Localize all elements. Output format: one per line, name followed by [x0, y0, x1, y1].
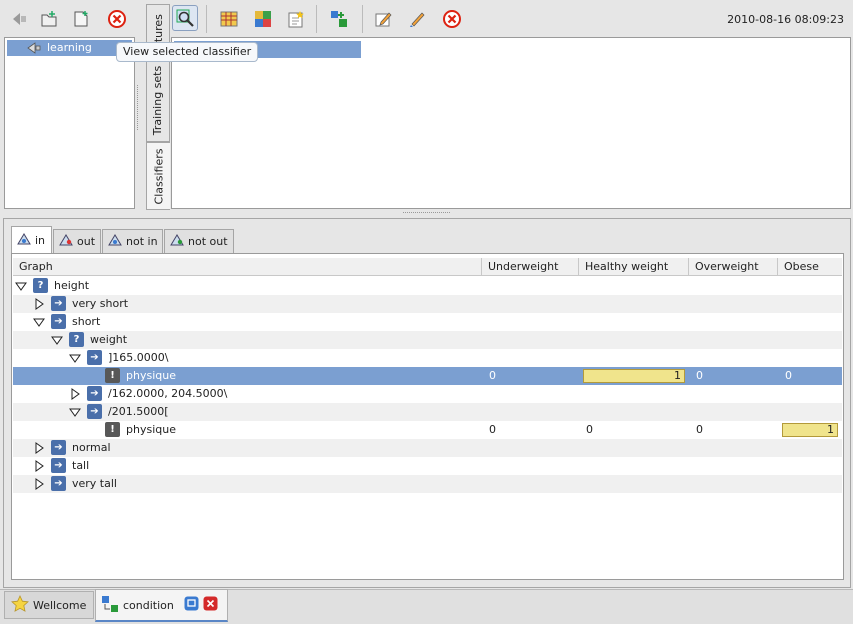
value-cell: 0 — [696, 423, 703, 436]
arrow-node-icon: ➔ — [51, 440, 66, 455]
expand-toggle-icon[interactable] — [33, 442, 45, 454]
arrow-node-icon: ➔ — [51, 296, 66, 311]
tab-training-sets[interactable]: Training sets — [146, 58, 170, 142]
table-row[interactable]: ➔ /201.5000[ — [13, 403, 842, 421]
arrow-node-icon: ➔ — [51, 476, 66, 491]
node-label: very short — [72, 297, 129, 310]
node-label: tall — [72, 459, 90, 472]
table-row[interactable]: ? height — [13, 277, 842, 295]
table-row[interactable]: ! physique 0 0 0 1 — [13, 421, 842, 439]
tab-not-in[interactable]: not in — [102, 229, 163, 253]
arrow-node-icon: ➔ — [87, 386, 102, 401]
node-label: short — [72, 315, 101, 328]
exclamation-node-icon: ! — [105, 422, 120, 437]
tree-item-learning[interactable]: learning — [7, 40, 132, 56]
table-row[interactable]: ➔ short — [13, 313, 842, 331]
close-icon[interactable] — [439, 6, 465, 32]
view-classifier-icon[interactable] — [172, 5, 198, 31]
table-row[interactable]: ➔ very short — [13, 295, 842, 313]
value-bar: 1 — [782, 423, 838, 437]
close-tab-icon[interactable] — [203, 596, 218, 614]
node-label: ]165.0000\ — [108, 351, 169, 364]
vertical-splitter[interactable] — [137, 85, 140, 130]
column-header-obese[interactable]: Obese — [778, 258, 842, 276]
value-bar: 1 — [583, 369, 685, 383]
node-label: normal — [72, 441, 111, 454]
tab-condition[interactable]: condition — [95, 589, 228, 622]
new-folder-icon[interactable] — [36, 6, 62, 32]
brush-icon[interactable] — [404, 6, 430, 32]
export-icon[interactable] — [326, 6, 352, 32]
timestamp: 2010-08-16 08:09:23 — [727, 13, 844, 26]
collapse-toggle-icon[interactable] — [33, 316, 45, 328]
table-row[interactable]: ? weight — [13, 331, 842, 349]
value-cell: 0 — [696, 369, 703, 382]
question-node-icon: ? — [33, 278, 48, 293]
collapse-toggle-icon[interactable] — [15, 280, 27, 292]
column-header-healthy-weight[interactable]: Healthy weight — [579, 258, 689, 276]
tab-classifiers[interactable]: Classifiers — [146, 142, 170, 210]
collapse-toggle-icon[interactable] — [69, 352, 81, 364]
value-cell: 0 — [489, 369, 496, 382]
branch-icon — [107, 233, 123, 250]
table-row[interactable]: ➔ very tall — [13, 475, 842, 493]
horizontal-splitter[interactable] — [403, 212, 450, 215]
table-row[interactable]: ➔ /162.0000, 204.5000\ — [13, 385, 842, 403]
node-label: weight — [90, 333, 128, 346]
table-icon[interactable] — [216, 6, 242, 32]
arrow-node-icon: ➔ — [87, 350, 102, 365]
star-icon — [11, 594, 29, 616]
table-row[interactable]: ! physique 0 1 0 0 — [13, 367, 842, 385]
puzzle-icon[interactable] — [250, 6, 276, 32]
expand-toggle-icon[interactable] — [33, 298, 45, 310]
back-icon[interactable] — [6, 6, 32, 32]
value-cell: 0 — [785, 369, 792, 382]
maximize-icon[interactable] — [184, 596, 199, 614]
left-toolbar — [2, 2, 137, 36]
column-header-overweight[interactable]: Overweight — [689, 258, 778, 276]
tab-in[interactable]: in — [11, 226, 52, 253]
classifier-list — [171, 37, 851, 209]
exclamation-node-icon: ! — [105, 368, 120, 383]
branch-icon — [169, 233, 185, 250]
node-label: /162.0000, 204.5000\ — [108, 387, 228, 400]
classifier-icon — [101, 595, 119, 616]
tree-item-label: learning — [47, 41, 92, 54]
node-label: /201.5000[ — [108, 405, 169, 418]
edit-icon[interactable] — [370, 6, 396, 32]
tab-not-out[interactable]: not out — [164, 229, 234, 253]
branch-icon — [16, 232, 32, 249]
value-cell: 0 — [586, 423, 593, 436]
table-row[interactable]: ➔ tall — [13, 457, 842, 475]
expand-toggle-icon[interactable] — [69, 388, 81, 400]
column-header-graph[interactable]: Graph — [13, 258, 482, 276]
node-label: very tall — [72, 477, 117, 490]
arrow-node-icon: ➔ — [51, 314, 66, 329]
arrow-node-icon: ➔ — [87, 404, 102, 419]
table-row[interactable]: ➔ ]165.0000\ — [13, 349, 842, 367]
tab-wellcome[interactable]: Wellcome — [4, 591, 94, 619]
main-toolbar: 2010-08-16 08:09:23 — [170, 2, 850, 36]
expand-toggle-icon[interactable] — [33, 460, 45, 472]
project-tree: learning — [4, 37, 135, 209]
table-row[interactable]: ➔ normal — [13, 439, 842, 457]
node-label: physique — [126, 369, 176, 382]
delete-icon[interactable] — [104, 6, 130, 32]
expand-toggle-icon[interactable] — [33, 478, 45, 490]
tooltip: View selected classifier — [116, 42, 259, 62]
branch-icon — [58, 233, 74, 250]
collapse-toggle-icon[interactable] — [69, 406, 81, 418]
column-header-underweight[interactable]: Underweight — [482, 258, 579, 276]
value-cell: 0 — [489, 423, 496, 436]
arrow-node-icon: ➔ — [51, 458, 66, 473]
module-icon — [27, 42, 41, 54]
new-file-icon[interactable] — [68, 6, 94, 32]
collapse-toggle-icon[interactable] — [51, 334, 63, 346]
tab-out[interactable]: out — [53, 229, 101, 253]
star-note-icon[interactable] — [283, 6, 309, 32]
node-label: physique — [126, 423, 176, 436]
question-node-icon: ? — [69, 332, 84, 347]
node-label: height — [54, 279, 90, 292]
table-header: Graph Underweight Healthy weight Overwei… — [13, 258, 842, 276]
